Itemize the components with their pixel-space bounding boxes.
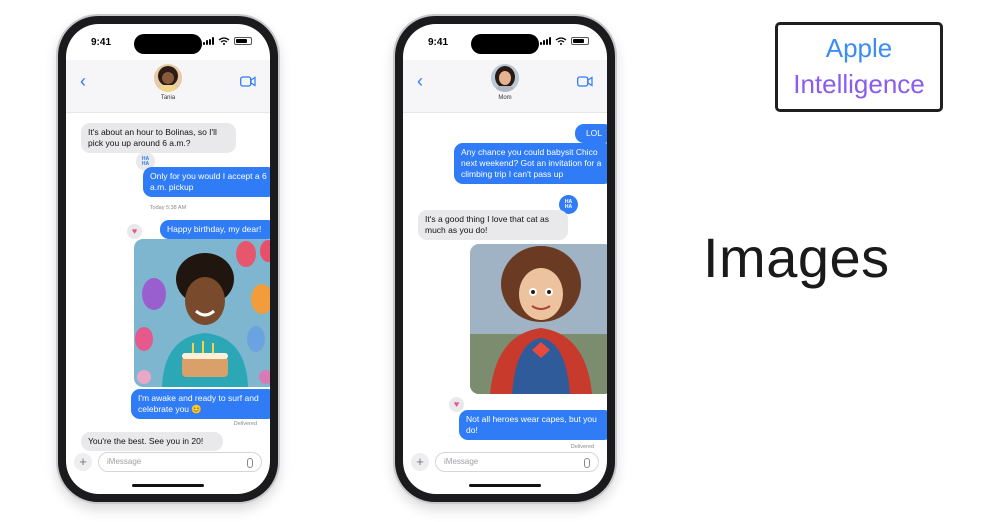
timestamp: Today 5:38 AM bbox=[149, 205, 187, 211]
apple-intelligence-badge: Apple Intelligence bbox=[775, 22, 943, 112]
delivered-receipt: Delivered bbox=[570, 444, 594, 450]
heart-tapback-icon: ♥ bbox=[449, 397, 464, 412]
home-indicator[interactable] bbox=[132, 484, 204, 487]
wifi-icon bbox=[555, 37, 567, 45]
message-incoming[interactable]: It's about an hour to Bolinas, so I'll p… bbox=[81, 123, 236, 153]
battery-icon bbox=[571, 37, 589, 45]
feature-headline: Images bbox=[703, 226, 890, 289]
plus-icon[interactable]: + bbox=[411, 453, 429, 471]
back-chevron-icon[interactable]: ‹ bbox=[417, 72, 423, 90]
imessage-input[interactable]: iMessage bbox=[435, 452, 599, 472]
message-outgoing[interactable]: Any chance you could babysit Chico next … bbox=[454, 143, 607, 184]
phone-right: 9:41 ‹ Mom LOL Any chance you could baby… bbox=[395, 16, 615, 502]
message-outgoing[interactable]: Not all heroes wear capes, but you do! bbox=[459, 410, 607, 440]
heart-tapback-icon: ♥ bbox=[127, 224, 142, 239]
message-outgoing[interactable]: Happy birthday, my dear! bbox=[160, 220, 270, 239]
back-chevron-icon[interactable]: ‹ bbox=[80, 72, 86, 90]
message-outgoing[interactable]: LOL bbox=[575, 124, 607, 143]
messages-screen: 9:41 ‹ Tania It's about an hour to Bolin… bbox=[66, 24, 270, 494]
badge-line-apple: Apple bbox=[825, 33, 893, 63]
input-placeholder: iMessage bbox=[107, 457, 142, 466]
conversation-header: ‹ Mom bbox=[403, 60, 607, 113]
genmoji-superhero-image[interactable] bbox=[470, 244, 607, 394]
status-time: 9:41 bbox=[428, 37, 449, 48]
plus-icon[interactable]: + bbox=[74, 453, 92, 471]
input-placeholder: iMessage bbox=[444, 457, 479, 466]
contact-name[interactable]: Mom bbox=[403, 95, 607, 101]
status-icons bbox=[203, 37, 252, 45]
dynamic-island bbox=[471, 34, 539, 54]
messages-screen: 9:41 ‹ Mom LOL Any chance you could baby… bbox=[403, 24, 607, 494]
message-incoming[interactable]: It's a good thing I love that cat as muc… bbox=[418, 210, 568, 240]
dynamic-island bbox=[134, 34, 202, 54]
phone-left: 9:41 ‹ Tania It's about an hour to Bolin… bbox=[58, 16, 278, 502]
status-icons bbox=[540, 37, 589, 45]
signal-icon bbox=[203, 37, 214, 45]
wifi-icon bbox=[218, 37, 230, 45]
contact-name[interactable]: Tania bbox=[66, 95, 270, 101]
imessage-input[interactable]: iMessage bbox=[98, 452, 262, 472]
microphone-icon[interactable] bbox=[584, 458, 590, 468]
battery-icon bbox=[234, 37, 252, 45]
contact-avatar[interactable] bbox=[154, 64, 182, 92]
conversation-header: ‹ Tania bbox=[66, 60, 270, 113]
message-outgoing[interactable]: I'm awake and ready to surf and celebrat… bbox=[131, 389, 270, 419]
facetime-video-icon[interactable] bbox=[240, 76, 256, 87]
status-time: 9:41 bbox=[91, 37, 112, 48]
message-composer: + iMessage bbox=[74, 452, 262, 472]
facetime-video-icon[interactable] bbox=[577, 76, 593, 87]
home-indicator[interactable] bbox=[469, 484, 541, 487]
badge-line-intelligence: Intelligence bbox=[793, 69, 925, 99]
message-incoming[interactable]: You're the best. See you in 20! bbox=[81, 432, 223, 451]
genmoji-birthday-image[interactable] bbox=[134, 239, 270, 387]
message-outgoing[interactable]: Only for you would I accept a 6 a.m. pic… bbox=[143, 167, 270, 197]
delivered-receipt: Delivered bbox=[233, 421, 257, 427]
microphone-icon[interactable] bbox=[247, 458, 253, 468]
contact-avatar[interactable] bbox=[491, 64, 519, 92]
signal-icon bbox=[540, 37, 551, 45]
message-composer: + iMessage bbox=[411, 452, 599, 472]
